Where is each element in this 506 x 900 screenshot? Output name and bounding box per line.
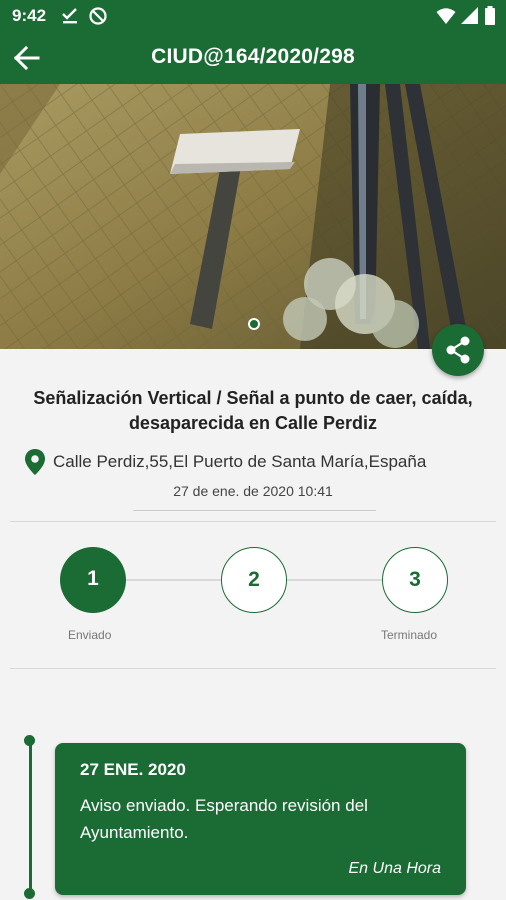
timeline-line	[29, 740, 32, 895]
download-done-icon	[62, 8, 77, 24]
wifi-icon	[436, 8, 456, 24]
step-1-label: Enviado	[68, 628, 112, 642]
step-2: 2	[221, 547, 287, 613]
status-time: 9:42	[12, 6, 47, 25]
step-3: 3	[382, 547, 448, 613]
divider	[10, 521, 496, 522]
timeline-dot	[24, 735, 35, 746]
status-bar: 9:42	[0, 0, 506, 32]
step-1: 1	[60, 547, 126, 613]
divider	[10, 668, 496, 669]
step-connector	[126, 579, 221, 581]
app-bar: CIUD@164/2020/298	[0, 32, 506, 84]
timeline-dot	[24, 888, 35, 899]
location-pin-icon	[25, 449, 45, 475]
timeline-relative-time: En Una Hora	[348, 860, 442, 877]
page-title: CIUD@164/2020/298	[151, 45, 355, 68]
step-connector	[287, 579, 382, 581]
incident-address: Calle Perdiz,55,El Puerto de Santa María…	[53, 452, 427, 471]
timeline-card: 27 ENE. 2020 Aviso enviado. Esperando re…	[55, 743, 466, 895]
incident-title: Señalización Vertical / Señal a punto de…	[33, 388, 473, 433]
incident-datetime: 27 de ene. de 2020 10:41	[173, 483, 333, 499]
incident-photo[interactable]	[0, 84, 506, 349]
timeline-date: 27 ENE. 2020	[80, 760, 186, 779]
address-row: Calle Perdiz,55,El Puerto de Santa María…	[24, 448, 494, 478]
data-saver-icon	[89, 7, 107, 25]
timeline-message: Aviso enviado. Esperando revisión del Ay…	[80, 796, 368, 842]
signal-icon	[461, 7, 478, 24]
battery-icon	[485, 6, 495, 25]
step-3-label: Terminado	[381, 628, 438, 642]
incident-photo-image	[0, 84, 506, 349]
date-underline	[133, 510, 376, 511]
share-icon	[446, 336, 470, 364]
share-button[interactable]	[432, 324, 484, 376]
